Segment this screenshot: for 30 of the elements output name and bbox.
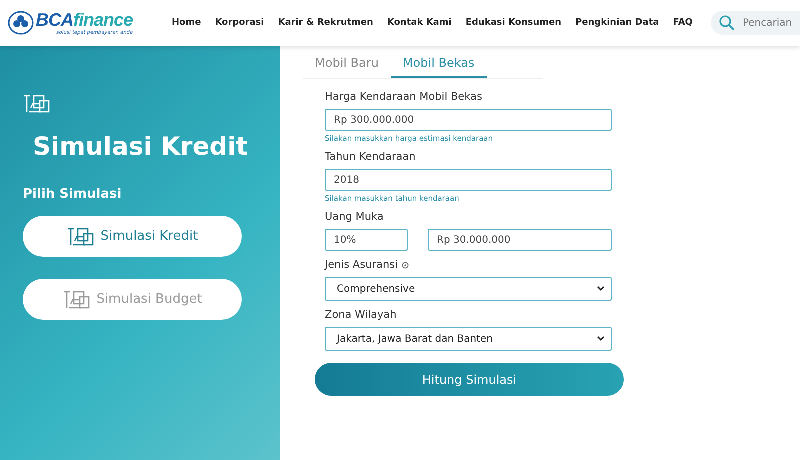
- field-label: Harga Kendaraan Mobil Bekas: [325, 91, 482, 103]
- input-field[interactable]: 2018: [325, 169, 612, 191]
- vehicle-tab[interactable]: Mobil Bekas: [390, 52, 487, 78]
- field-label: Uang Muka: [325, 211, 384, 223]
- field-label: Tahun Kendaraan: [325, 151, 416, 163]
- field-label: Zona Wilayah: [325, 309, 397, 321]
- logo-brand-text: BCA: [36, 10, 74, 30]
- amount-input-field[interactable]: Rp 30.000.000: [428, 229, 612, 251]
- simulation-option-button[interactable]: Simulasi Kredit: [23, 216, 242, 257]
- nav-link[interactable]: Edukasi Konsumen: [466, 18, 562, 28]
- nav-link[interactable]: Kontak Kami: [387, 18, 452, 28]
- logo-emblem-icon: [8, 11, 34, 35]
- nav-link[interactable]: Korporasi: [215, 18, 264, 28]
- calculate-button[interactable]: Hitung Simulasi: [315, 363, 624, 396]
- sidebar-title: Simulasi Kredit: [33, 132, 248, 161]
- dropdown-field[interactable]: Jakarta, Jawa Barat dan Banten: [325, 327, 612, 351]
- vehicle-tab[interactable]: Mobil Baru: [303, 52, 391, 78]
- nav-link[interactable]: Pengkinian Data: [576, 18, 660, 28]
- nav-link[interactable]: Karir & Rekrutmen: [278, 18, 374, 28]
- chevron-down-icon: [597, 336, 605, 342]
- nav-link[interactable]: Home: [172, 18, 202, 28]
- dropdown-field[interactable]: Comprehensive: [325, 277, 612, 301]
- logo-brand-accent-text: finance: [74, 10, 134, 30]
- field-label: Jenis Asuransi: [325, 259, 398, 271]
- nav-link[interactable]: FAQ: [673, 18, 693, 28]
- input-field[interactable]: Rp 300.000.000: [325, 109, 612, 131]
- search-field[interactable]: Pencarian: [710, 11, 800, 35]
- sidebar-subtitle: Pilih Simulasi: [23, 187, 122, 202]
- chevron-down-icon: [597, 286, 605, 292]
- percent-input-field[interactable]: 10%: [325, 229, 408, 251]
